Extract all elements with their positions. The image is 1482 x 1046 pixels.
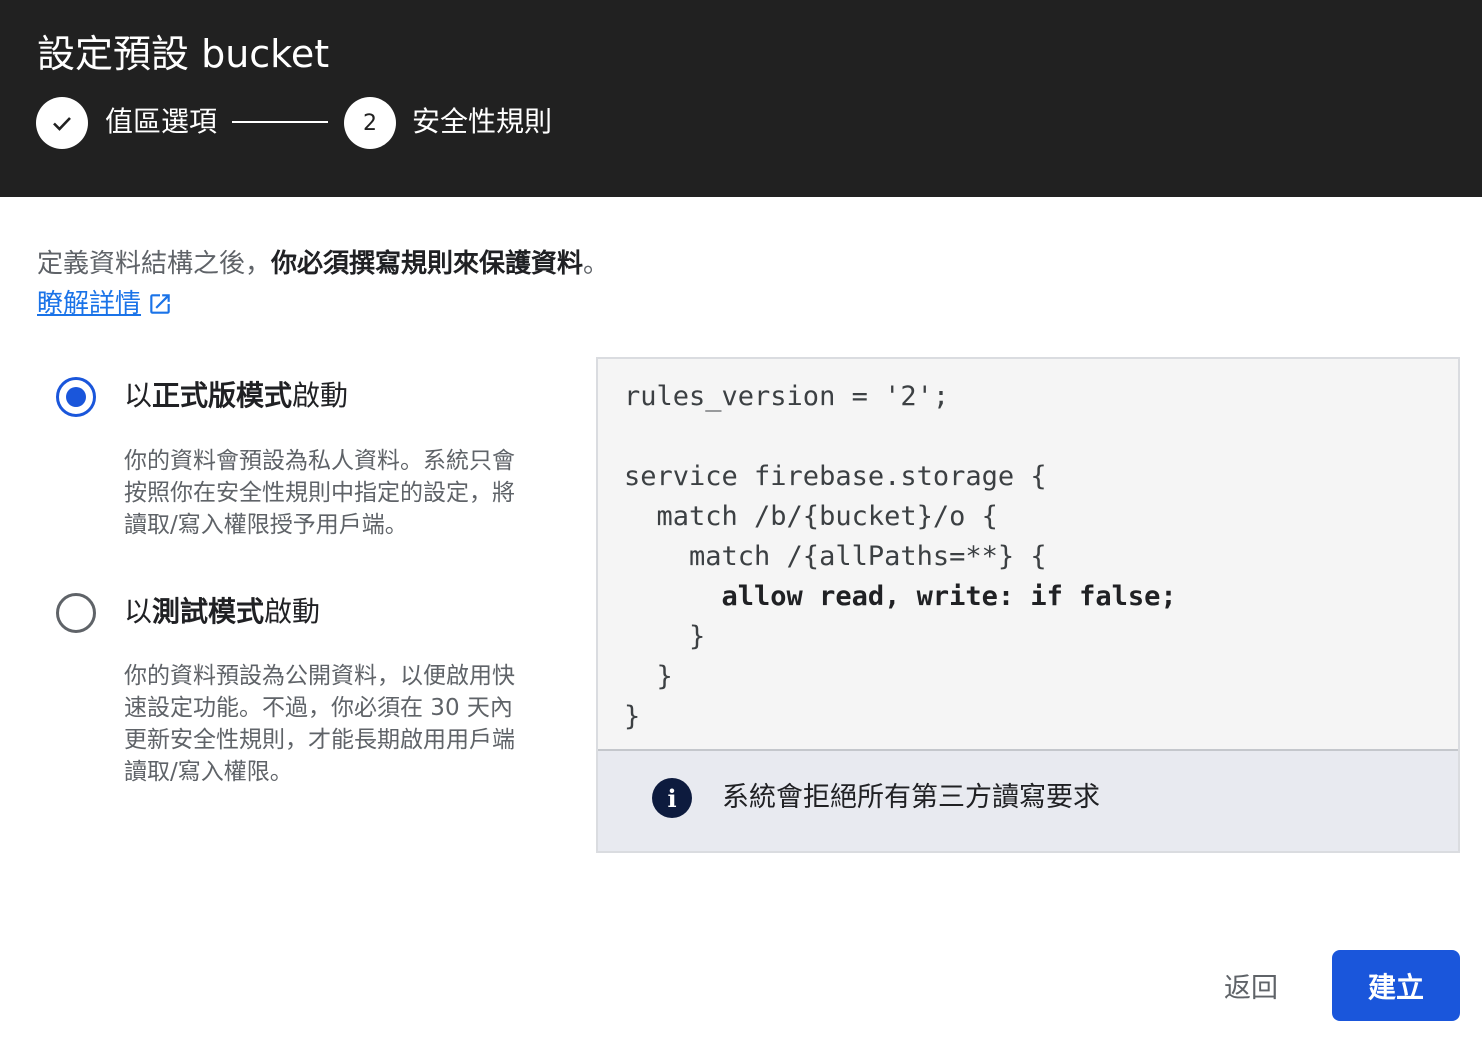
learn-more-link[interactable]: 瞭解詳情 — [37, 284, 173, 324]
test-mode-label[interactable]: 以測試模式啟動 — [124, 592, 320, 632]
step-2-label: 安全性規則 — [412, 105, 553, 138]
intro-text: 定義資料結構之後，你必須撰寫規則來保護資料。 — [37, 244, 609, 284]
rules-code-panel: rules_version = '2'; service firebase.st… — [596, 357, 1460, 853]
intro-suffix: 。 — [583, 249, 610, 279]
step-1-label: 值區選項 — [105, 105, 218, 138]
code-line: match /{allPaths=**} { — [624, 541, 1047, 572]
option-title-suffix: 啟動 — [292, 379, 349, 412]
production-mode-label[interactable]: 以正式版模式啟動 — [124, 376, 348, 416]
test-mode-description: 你的資料預設為公開資料，以便啟用快速設定功能。不過，你必須在 30 天內更新安全… — [124, 663, 515, 785]
dialog-title: 設定預設 bucket — [37, 32, 330, 76]
info-icon: i — [652, 778, 692, 818]
rules-code: rules_version = '2'; service firebase.st… — [624, 377, 1177, 737]
option-title-bold: 正式版模式 — [152, 379, 293, 412]
production-mode-description: 你的資料會預設為私人資料。系統只會按照你在安全性規則中指定的設定，將讀取/寫入權… — [124, 448, 515, 538]
code-line: } — [624, 661, 673, 692]
code-line: service firebase.storage { — [624, 461, 1047, 492]
code-line-allow: allow read, write: if false; — [624, 581, 1177, 612]
option-title-prefix: 以 — [124, 379, 153, 412]
info-text: 系統會拒絕所有第三方讀寫要求 — [722, 782, 1100, 813]
dialog-header: 設定預設 bucket 值區選項 2 安全性規則 — [0, 0, 1482, 197]
code-line: } — [624, 701, 641, 732]
option-title-prefix: 以 — [124, 595, 153, 628]
option-title-suffix: 啟動 — [264, 595, 321, 628]
intro-prefix: 定義資料結構之後， — [37, 249, 272, 279]
option-title-bold: 測試模式 — [152, 595, 265, 628]
step-connector — [232, 121, 328, 123]
create-button[interactable]: 建立 — [1332, 950, 1460, 1021]
production-mode-radio[interactable] — [56, 377, 96, 417]
test-mode-radio[interactable] — [56, 593, 96, 633]
step-2-number: 2 — [344, 97, 396, 149]
code-line: match /b/{bucket}/o { — [624, 501, 998, 532]
code-line: } — [624, 621, 706, 652]
learn-more-label: 瞭解詳情 — [37, 289, 142, 319]
step-1-check-icon — [36, 97, 88, 149]
back-button[interactable]: 返回 — [1214, 962, 1288, 1009]
external-link-icon — [150, 294, 170, 314]
info-banner: i 系統會拒絕所有第三方讀寫要求 — [598, 749, 1458, 851]
code-line: rules_version = '2'; — [624, 381, 950, 412]
intro-bold: 你必須撰寫規則來保護資料 — [271, 249, 584, 279]
